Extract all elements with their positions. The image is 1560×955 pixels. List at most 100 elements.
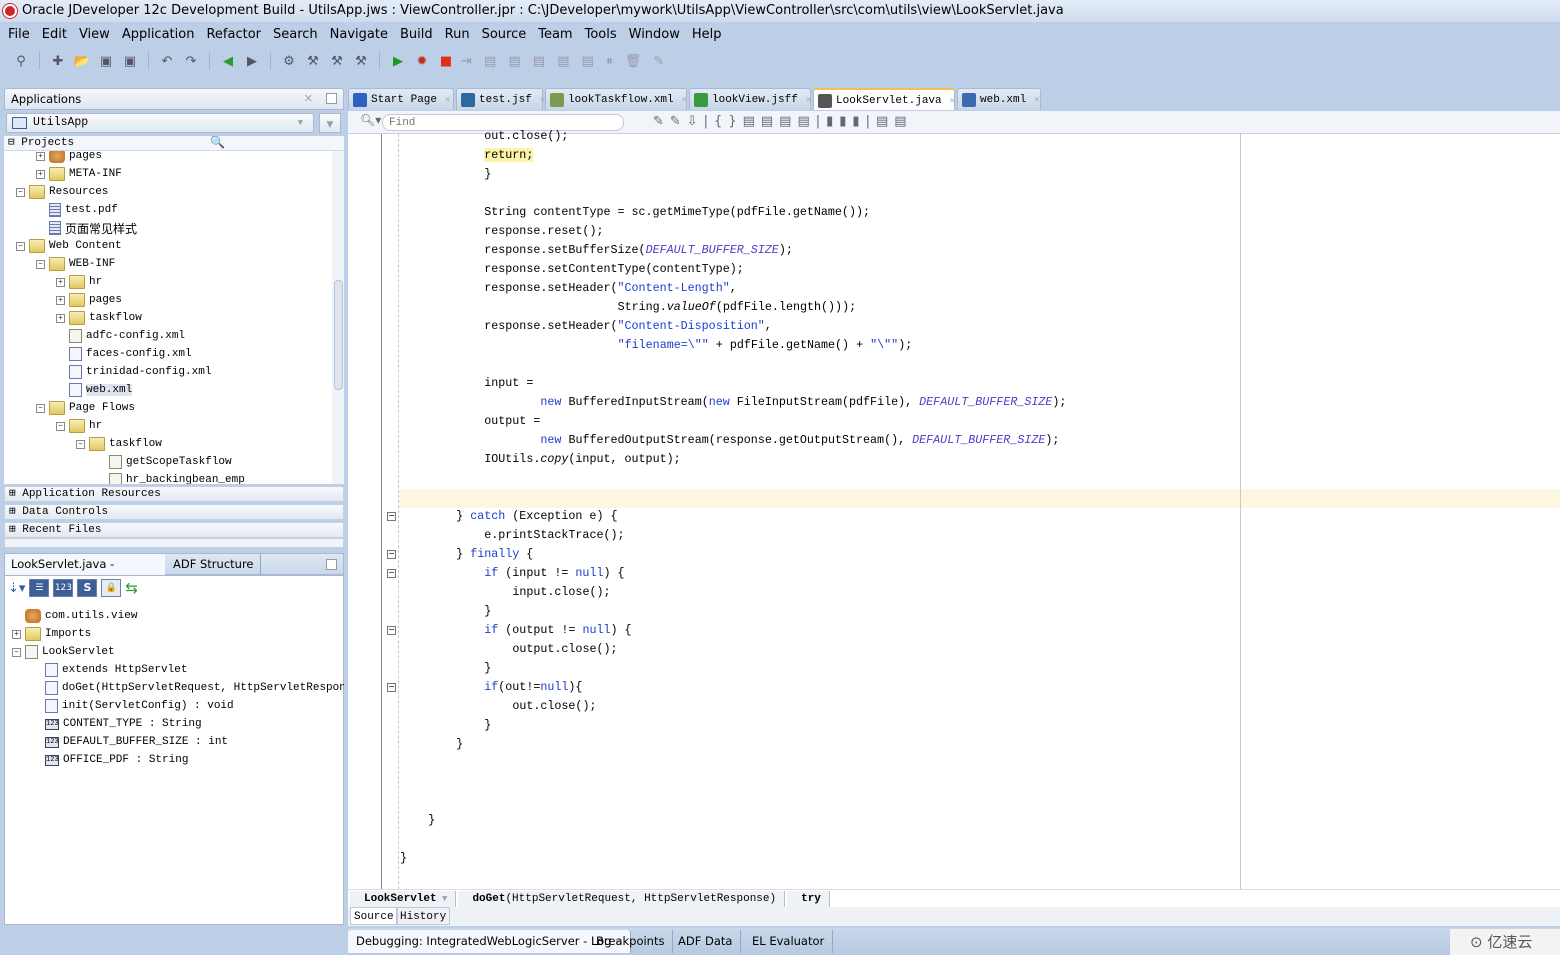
structure-item[interactable]: 123 DEFAULT_BUFFER_SIZE : int [32, 733, 228, 751]
tree-item[interactable]: − Page Flows [36, 399, 135, 417]
panel-splitter[interactable] [4, 538, 344, 548]
tab-lookservlet-java[interactable]: LookServlet.java ✕ [813, 88, 955, 110]
expand-icon[interactable]: + [56, 313, 65, 323]
menu-source[interactable]: Source [476, 24, 533, 46]
collapse-icon[interactable]: − [16, 187, 25, 197]
structure-item[interactable]: com.utils.view [12, 607, 137, 625]
tree-item[interactable]: faces-config.xml [56, 345, 192, 363]
tab-test-jsf[interactable]: test.jsf ✕ [456, 88, 545, 110]
tab-adf-structure[interactable]: ADF Structure [167, 554, 261, 575]
breadcrumb-item[interactable]: LookServlet ▼ [350, 890, 457, 907]
menu-edit[interactable]: Edit [36, 24, 73, 46]
chevron-down-icon[interactable]: ▼ [437, 894, 447, 904]
tab-el-evaluator[interactable]: EL Evaluator [744, 930, 834, 953]
close-icon[interactable]: ✕ [950, 96, 955, 106]
close-icon[interactable]: ✕ [682, 95, 687, 105]
sort-icon[interactable]: ⇣▾ [8, 581, 25, 596]
collapse-icon[interactable]: ⊟ [8, 137, 15, 149]
tab-web-xml[interactable]: web.xml ✕ [957, 88, 1041, 110]
tree-item[interactable]: + pages [36, 151, 102, 165]
structure-item[interactable]: doGet(HttpServletRequest, HttpServletRes… [32, 679, 344, 697]
expand-icon[interactable]: + [56, 277, 65, 287]
minimize-icon[interactable] [326, 559, 337, 570]
editor-tool-icons[interactable]: ✎✎⇩|{}▤▤▤▤|▮▮▮|▤▤ [653, 114, 913, 129]
tree-item[interactable]: getScopeTaskflow [96, 453, 232, 471]
tab-adf-data[interactable]: ADF Data [670, 930, 742, 953]
static-icon[interactable]: S [77, 579, 98, 597]
methods-icon[interactable]: ☰ [29, 579, 50, 597]
step-icons[interactable]: ⇥ ▤ ▤ ▤ ▤ ▤ ⏸ 🗑 ✎ [461, 52, 668, 70]
close-icon[interactable]: ✕ [1034, 95, 1039, 105]
fold-collapse-icon[interactable]: − [387, 569, 396, 578]
structure-item[interactable]: 123 OFFICE_PDF : String [32, 751, 188, 769]
sync-icon[interactable]: ⇆ [125, 579, 138, 597]
structure-item[interactable]: 123 CONTENT_TYPE : String [32, 715, 202, 733]
menu-view[interactable]: View [73, 24, 116, 46]
tab-lookview-jsff[interactable]: lookView.jsff ✕ [689, 88, 811, 110]
menu-run[interactable]: Run [439, 24, 476, 46]
tab-source[interactable]: Source [350, 907, 398, 925]
tree-item[interactable]: − taskflow [76, 435, 162, 453]
menu-search[interactable]: Search [267, 24, 324, 46]
expand-icon[interactable]: + [36, 151, 45, 161]
tree-item[interactable]: trinidad-config.xml [56, 363, 211, 381]
fold-collapse-icon[interactable]: − [387, 512, 396, 521]
tab-looktaskflow-xml[interactable]: lookTaskflow.xml ✕ [545, 88, 687, 110]
structure-item[interactable]: init(ServletConfig) : void [32, 697, 234, 715]
stop-icon[interactable]: ■ [437, 52, 455, 70]
binoculars-icon[interactable]: ⚲ [12, 52, 30, 70]
rebuild-icon[interactable]: ⚒ [328, 52, 346, 70]
tree-item[interactable]: hr_backingbean_emp [96, 471, 245, 484]
new-icon[interactable]: ✚ [49, 52, 67, 70]
expand-icon[interactable]: ⊞ [9, 524, 22, 536]
fold-collapse-icon[interactable]: − [387, 683, 396, 692]
open-icon[interactable]: 📂 [73, 52, 91, 70]
tree-item[interactable]: − Resources [16, 183, 108, 201]
redo-icon[interactable]: ↷ [182, 52, 200, 70]
expand-icon[interactable]: ⊞ [9, 488, 22, 500]
collapse-icon[interactable]: − [12, 647, 21, 657]
structure-item[interactable]: + Imports [12, 625, 91, 643]
breadcrumb-item[interactable]: doGet(HttpServletRequest, HttpServletRes… [458, 890, 786, 907]
accordion-application-resources[interactable]: ⊞ Application Resources [4, 486, 344, 502]
collapse-icon[interactable]: − [56, 421, 65, 431]
tree-item[interactable]: − Web Content [16, 237, 122, 255]
tab-start-page[interactable]: Start Page ✕ [348, 88, 454, 110]
menu-refactor[interactable]: Refactor [200, 24, 267, 46]
expand-icon[interactable]: + [12, 629, 21, 639]
make-icon[interactable]: ⚒ [304, 52, 322, 70]
menu-tools[interactable]: Tools [579, 24, 623, 46]
structure-item[interactable]: extends HttpServlet [32, 661, 187, 679]
tree-item[interactable]: test.pdf [36, 201, 118, 219]
tree-item[interactable]: + hr [56, 273, 102, 291]
collapse-icon[interactable]: − [76, 439, 85, 449]
application-menu-button[interactable]: ▼ [319, 113, 341, 133]
close-icon[interactable]: ✕ [445, 95, 450, 105]
tree-item[interactable]: + META-INF [36, 165, 122, 183]
undo-icon[interactable]: ↶ [158, 52, 176, 70]
expand-icon[interactable]: + [56, 295, 65, 305]
back-icon[interactable]: ◀ [219, 52, 237, 70]
tree-item[interactable]: 页面常见样式 [36, 219, 137, 237]
tree-item[interactable]: web.xml [56, 381, 133, 399]
run-icon[interactable]: ▶ [389, 52, 407, 70]
fold-collapse-icon[interactable]: − [387, 626, 396, 635]
tree-item[interactable]: − hr [56, 417, 102, 435]
accordion-recent-files[interactable]: ⊞ Recent Files [4, 522, 344, 538]
lock-icon[interactable]: 🔒 [101, 579, 122, 597]
menu-team[interactable]: Team [532, 24, 578, 46]
accordion-data-controls[interactable]: ⊞ Data Controls [4, 504, 344, 520]
collapse-icon[interactable]: − [16, 241, 25, 251]
menu-application[interactable]: Application [116, 24, 201, 46]
menu-help[interactable]: Help [686, 24, 728, 46]
collapse-icon[interactable]: − [36, 403, 45, 413]
menu-build[interactable]: Build [394, 24, 439, 46]
close-icon[interactable]: ✕ [304, 89, 313, 109]
close-icon[interactable]: ✕ [806, 95, 811, 105]
forward-icon[interactable]: ▶ [243, 52, 261, 70]
structure-item[interactable]: − LookServlet [12, 643, 115, 661]
tab-history[interactable]: History [396, 907, 451, 925]
menu-navigate[interactable]: Navigate [324, 24, 394, 46]
expand-icon[interactable]: ⊞ [9, 506, 22, 518]
deploy-icon[interactable]: ⚙ [280, 52, 298, 70]
